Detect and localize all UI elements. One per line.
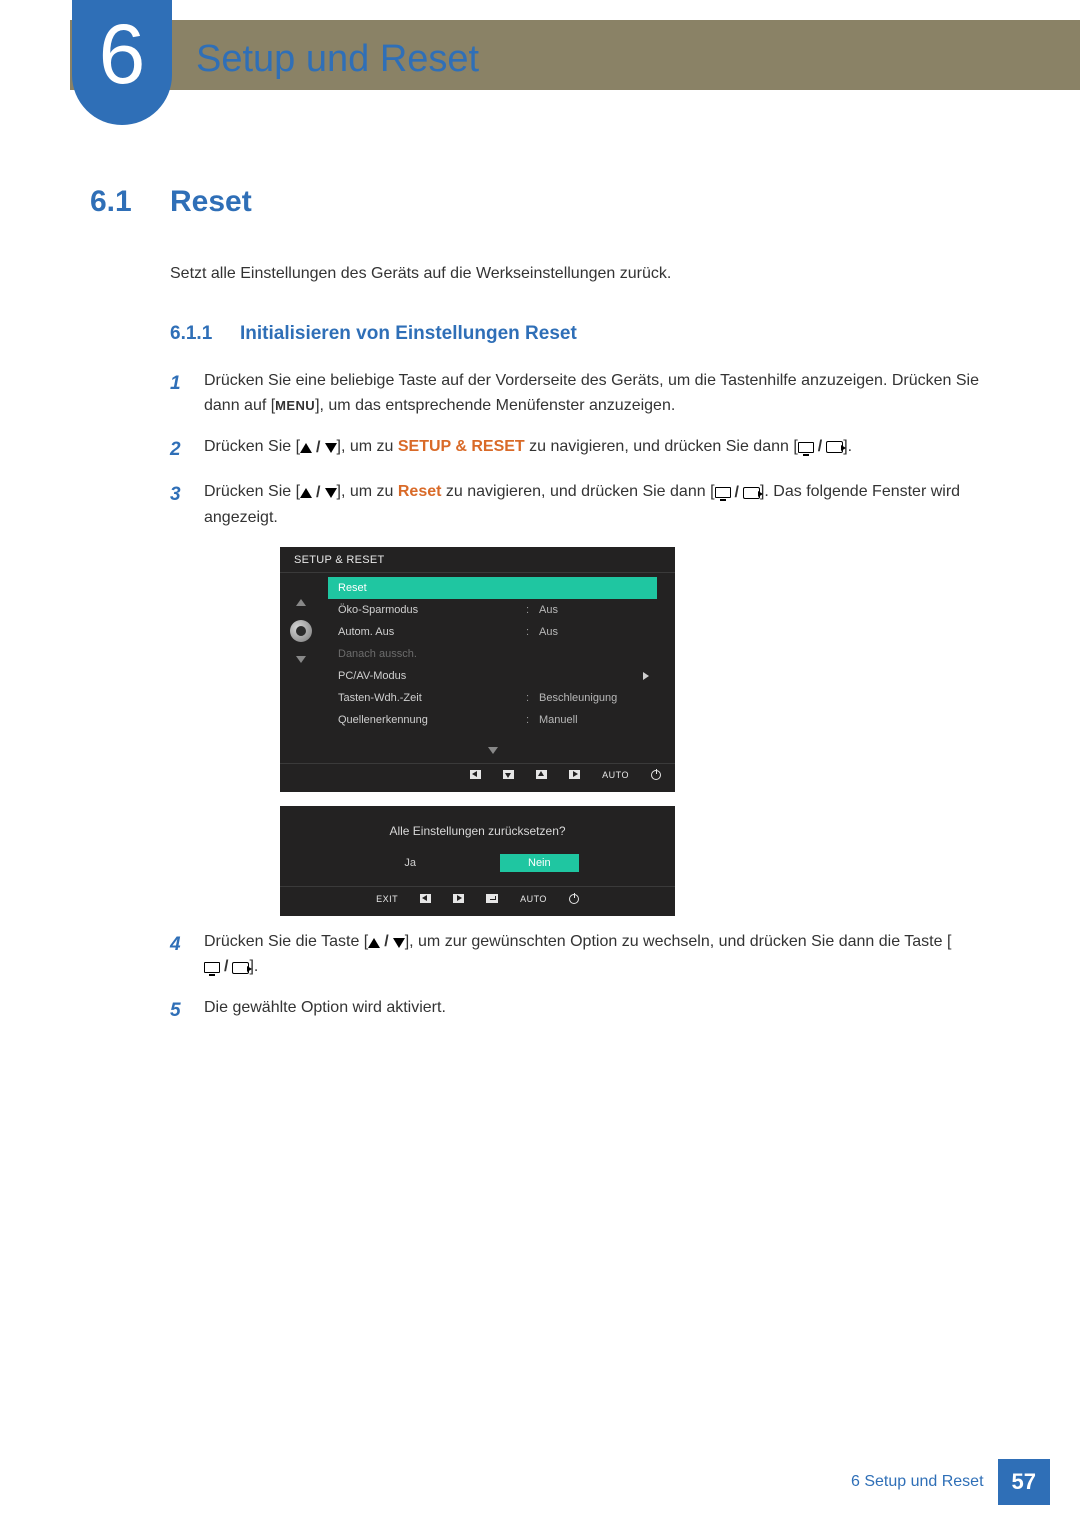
section-intro: Setzt alle Einstellungen des Geräts auf … [170, 263, 990, 285]
page-left-edge [0, 0, 6, 1527]
menu-label: MENU [275, 398, 315, 413]
up-down-icon: / [300, 436, 336, 461]
choice-yes[interactable]: Ja [376, 854, 444, 872]
nav-left-icon [470, 770, 481, 779]
screen-source-icon: / [798, 435, 843, 460]
nav-exit-label: EXIT [376, 894, 398, 904]
step-number: 5 [170, 996, 186, 1025]
osd-row-eco[interactable]: Öko-Sparmodus :Aus [328, 599, 657, 621]
choice-no[interactable]: Nein [500, 854, 579, 872]
osd-row-off-after: Danach aussch. [328, 643, 657, 665]
step-4: 4 Drücken Sie die Taste [/], um zur gewü… [170, 930, 990, 980]
power-icon [569, 894, 579, 904]
osd-nav-icons: AUTO [280, 764, 675, 782]
step-number: 2 [170, 435, 186, 464]
step-text: Drücken Sie eine beliebige Taste auf der… [204, 369, 990, 419]
page-footer: 6 Setup und Reset 57 [851, 1459, 1050, 1505]
osd-tick-row [280, 906, 675, 910]
section-header: 6.1 Reset [90, 185, 990, 219]
divider [280, 572, 675, 573]
chapter-title: Setup und Reset [196, 38, 479, 81]
nav-down-icon [503, 770, 514, 779]
step-text: Drücken Sie [/], um zu Reset zu navigier… [204, 480, 990, 530]
osd-title: SETUP & RESET [280, 547, 675, 572]
page-number: 57 [998, 1459, 1050, 1505]
osd-confirm-dialog: Alle Einstellungen zurücksetzen? Ja Nein… [280, 806, 675, 916]
section-title: Reset [170, 185, 252, 219]
chapter-number: 6 [99, 12, 146, 96]
subsection-header: 6.1.1 Initialisieren von Einstellungen R… [170, 323, 990, 345]
osd-figure: SETUP & RESET Reset Öko-Sparmodus [280, 547, 990, 916]
step-3: 3 Drücken Sie [/], um zu Reset zu navigi… [170, 480, 990, 530]
osd-row-source-detect[interactable]: Quellenerkennung :Manuell [328, 709, 657, 731]
step-number: 1 [170, 369, 186, 419]
osd-more-indicator [328, 731, 657, 761]
scroll-up-icon [296, 599, 306, 606]
osd-nav-icons: EXIT AUTO [280, 886, 675, 906]
gear-icon [290, 620, 312, 642]
step-5: 5 Die gewählte Option wird aktiviert. [170, 996, 990, 1025]
step-text: Drücken Sie die Taste [/], um zur gewüns… [204, 930, 990, 980]
nav-right-icon [569, 770, 580, 779]
nav-left-icon [420, 894, 431, 903]
power-icon [651, 770, 661, 780]
screen-source-icon: / [715, 481, 760, 506]
highlight-reset: Reset [398, 483, 442, 500]
osd-icon-column [280, 577, 322, 761]
osd-row-reset[interactable]: Reset [328, 577, 657, 599]
highlight-setup-reset: SETUP & RESET [398, 438, 525, 455]
step-text: Die gewählte Option wird aktiviert. [204, 996, 990, 1025]
chapter-badge: 6 [72, 0, 172, 125]
nav-enter-icon [486, 894, 498, 903]
osd-setup-reset: SETUP & RESET Reset Öko-Sparmodus [280, 547, 675, 792]
step-1: 1 Drücken Sie eine beliebige Taste auf d… [170, 369, 990, 419]
step-number: 3 [170, 480, 186, 530]
nav-up-icon [536, 770, 547, 779]
scroll-down-icon [296, 656, 306, 663]
section-number: 6.1 [90, 185, 144, 219]
osd-tick-row [280, 782, 675, 786]
osd-row-auto-off[interactable]: Autom. Aus :Aus [328, 621, 657, 643]
steps-list: 1 Drücken Sie eine beliebige Taste auf d… [170, 369, 990, 1025]
up-down-icon: / [300, 481, 336, 506]
osd-rows: Reset Öko-Sparmodus :Aus Autom. Aus :Aus… [322, 577, 675, 761]
footer-chapter-ref: 6 Setup und Reset [851, 1473, 984, 1491]
nav-auto-label: AUTO [602, 770, 629, 780]
osd-row-pcav[interactable]: PC/AV-Modus [328, 665, 657, 687]
subsection-number: 6.1.1 [170, 323, 224, 345]
content: 6.1 Reset Setzt alle Einstellungen des G… [90, 185, 990, 1041]
up-down-icon: / [368, 930, 404, 955]
nav-right-icon [453, 894, 464, 903]
choice-row: Ja Nein [280, 854, 675, 872]
screen-source-icon: / [204, 955, 249, 980]
step-text: Drücken Sie [/], um zu SETUP & RESET zu … [204, 435, 990, 464]
step-2: 2 Drücken Sie [/], um zu SETUP & RESET z… [170, 435, 990, 464]
osd-row-key-repeat[interactable]: Tasten-Wdh.-Zeit :Beschleunigung [328, 687, 657, 709]
subsection-title: Initialisieren von Einstellungen Reset [240, 323, 577, 345]
chevron-right-icon [643, 672, 649, 680]
step-number: 4 [170, 930, 186, 980]
confirm-prompt: Alle Einstellungen zurücksetzen? [280, 824, 675, 838]
nav-auto-label: AUTO [520, 894, 547, 904]
